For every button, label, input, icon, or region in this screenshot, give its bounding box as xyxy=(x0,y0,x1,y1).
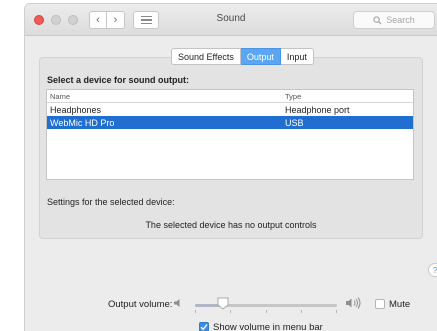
output-volume-label: Output volume: xyxy=(108,299,173,310)
title-bar: ‹ › Sound Search xyxy=(25,4,437,36)
mute-checkbox[interactable] xyxy=(375,299,385,309)
device-name: Headphones xyxy=(50,104,102,115)
settings-label: Settings for the selected device: xyxy=(47,197,175,207)
device-name: WebMic HD Pro xyxy=(50,117,115,128)
device-type: Headphone port xyxy=(285,104,350,115)
device-table: Name Type Headphones Headphone port WebM… xyxy=(46,89,414,180)
search-field[interactable]: Search xyxy=(353,11,435,29)
slider-tick xyxy=(195,310,196,313)
device-type: USB xyxy=(285,117,304,128)
column-header-type[interactable]: Type xyxy=(283,90,301,102)
search-icon xyxy=(373,15,382,25)
show-volume-checkbox[interactable] xyxy=(199,322,209,331)
device-heading: Select a device for sound output: xyxy=(47,75,190,85)
tab-input[interactable]: Input xyxy=(280,48,314,65)
tab-sound-effects[interactable]: Sound Effects xyxy=(171,48,241,65)
show-volume-label: Show volume in menu bar xyxy=(213,322,323,331)
slider-tick xyxy=(301,310,302,313)
volume-slider-thumb[interactable] xyxy=(217,297,229,310)
tab-output[interactable]: Output xyxy=(240,48,281,65)
slider-tick xyxy=(336,310,337,313)
column-header-name[interactable]: Name xyxy=(47,90,283,102)
tab-bar: Sound Effects Output Input xyxy=(171,48,314,65)
speaker-low-icon xyxy=(174,299,180,307)
sound-preferences-window: ‹ › Sound Search Sound Effects Output In… xyxy=(25,4,437,331)
volume-slider-track[interactable] xyxy=(195,304,337,307)
slider-tick xyxy=(230,310,231,313)
table-row[interactable]: Headphones Headphone port xyxy=(47,103,413,116)
mute-label: Mute xyxy=(389,299,411,310)
help-button[interactable]: ? xyxy=(428,263,437,277)
help-icon: ? xyxy=(432,265,437,275)
slider-tick xyxy=(266,310,267,313)
checkmark-icon xyxy=(200,324,208,331)
speaker-high-icon xyxy=(346,297,361,309)
no-controls-message: The selected device has no output contro… xyxy=(145,220,317,230)
table-header: Name Type xyxy=(47,90,413,103)
table-row-selected[interactable]: WebMic HD Pro USB xyxy=(47,116,413,129)
search-placeholder: Search xyxy=(386,15,415,25)
